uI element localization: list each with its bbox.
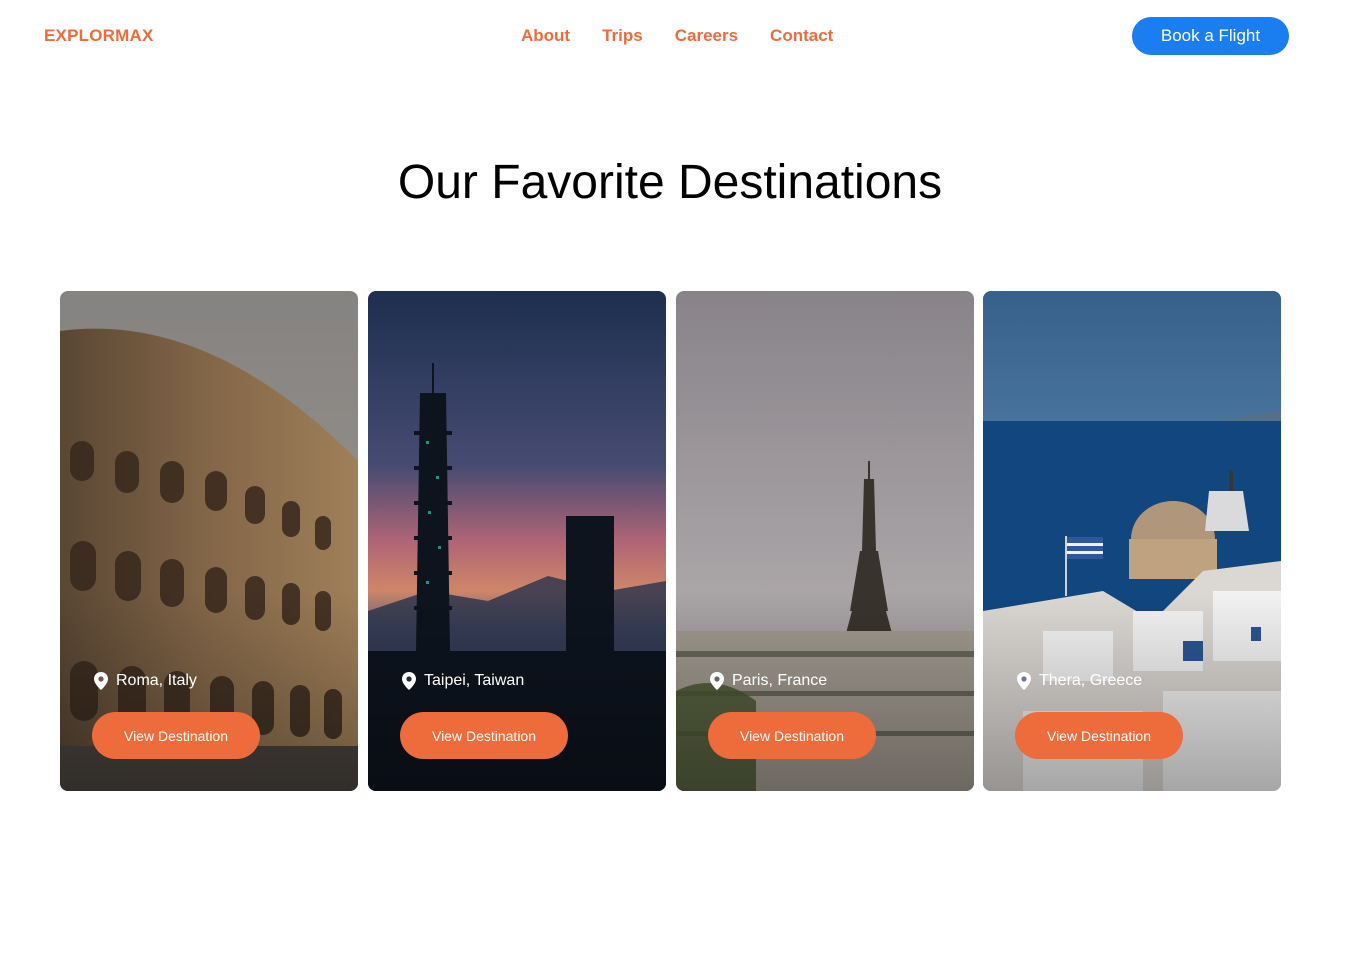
- logo[interactable]: EXPLORMAX: [44, 26, 153, 46]
- location-label: Paris, France: [732, 672, 828, 689]
- view-destination-button[interactable]: View Destination: [92, 712, 260, 759]
- nav-link-trips[interactable]: Trips: [602, 26, 643, 46]
- view-destination-button[interactable]: View Destination: [1015, 712, 1183, 759]
- page-title: Our Favorite Destinations: [397, 156, 943, 209]
- card-location: Paris, France: [710, 672, 827, 690]
- nav-link-contact[interactable]: Contact: [770, 26, 833, 46]
- navbar: EXPLORMAX About Trips Careers Contact Bo…: [0, 0, 1346, 72]
- destination-card-paris[interactable]: Paris, France View Destination: [676, 291, 974, 791]
- map-pin-icon: [710, 672, 724, 690]
- nav-link-careers[interactable]: Careers: [675, 26, 738, 46]
- card-location: Thera, Greece: [1017, 672, 1142, 690]
- destination-card-taipei[interactable]: Taipei, Taiwan View Destination: [368, 291, 666, 791]
- destination-card-roma[interactable]: Roma, Italy View Destination: [60, 291, 358, 791]
- destination-card-thera[interactable]: Thera, Greece View Destination: [983, 291, 1281, 791]
- view-destination-button[interactable]: View Destination: [708, 712, 876, 759]
- location-label: Taipei, Taiwan: [424, 672, 525, 689]
- card-location: Roma, Italy: [94, 672, 197, 690]
- destination-cards: Roma, Italy View Destination Taipei, Tai…: [60, 291, 1281, 791]
- map-pin-icon: [94, 672, 108, 690]
- location-label: Thera, Greece: [1039, 672, 1143, 689]
- nav-link-about[interactable]: About: [521, 26, 570, 46]
- map-pin-icon: [1017, 672, 1031, 690]
- nav-links: About Trips Careers Contact: [521, 26, 865, 46]
- book-flight-button[interactable]: Book a Flight: [1132, 17, 1289, 55]
- map-pin-icon: [402, 672, 416, 690]
- view-destination-button[interactable]: View Destination: [400, 712, 568, 759]
- location-label: Roma, Italy: [116, 672, 197, 689]
- card-location: Taipei, Taiwan: [402, 672, 524, 690]
